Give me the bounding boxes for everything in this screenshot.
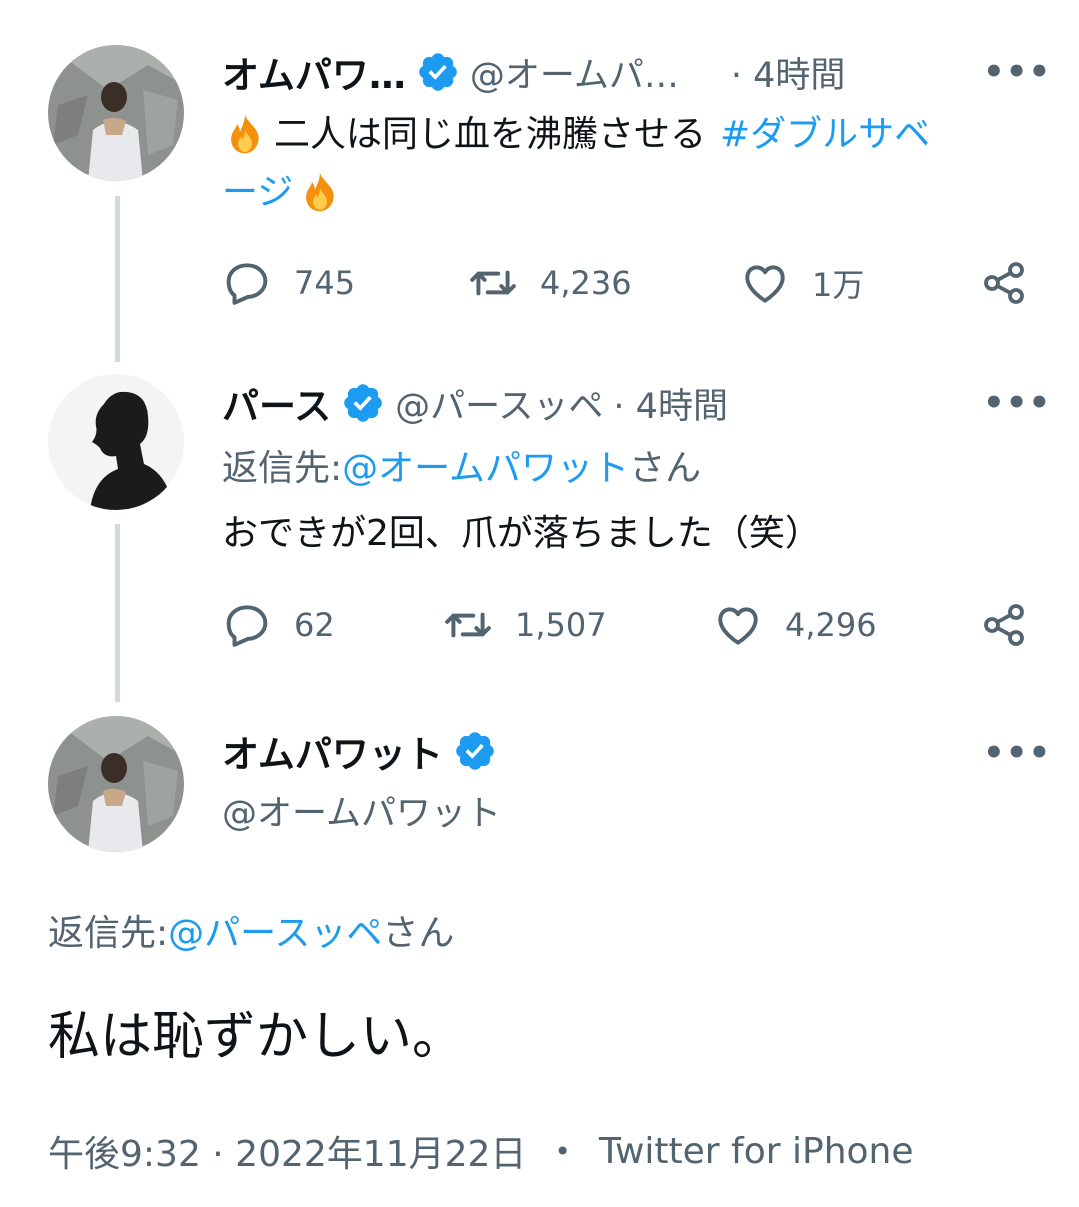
like-count: 1万 [812,266,865,304]
tweet-text: 二人は同じ血を沸騰させる [274,114,707,155]
user-handle[interactable]: @パースッペ [395,378,603,429]
verified-badge-icon [341,381,385,425]
like-icon [713,600,763,650]
like-button[interactable]: 1万 [740,258,864,308]
tweet-2-header: パース @パースッペ · 4時間 [222,377,728,429]
tweet-1-header: オムパワ… @オームパ… · 4時間 [222,46,845,98]
separator: • [554,1134,571,1168]
avatar-omphawat[interactable] [48,716,184,852]
main-tweet-header: オムパワット [222,725,507,777]
retweet-icon [468,258,518,308]
reply-context: 返信先: @パースッペ さん [48,905,454,963]
more-options-button[interactable]: ••• [983,383,1051,423]
reply-suffix: さん [382,913,455,954]
reply-icon [222,258,272,308]
main-tweet-text: 私は恥ずかしい。 [48,1007,465,1067]
reply-button[interactable]: 62 [222,600,335,650]
share-button[interactable] [980,259,1050,307]
tweet-meta: 午後9:32 · 2022年11月22日 • Twitter for iPhon… [48,1125,914,1177]
thread-line [115,196,120,362]
more-options-button[interactable]: ••• [983,733,1051,773]
user-handle[interactable]: @オームパワット [222,785,501,836]
verified-badge-icon [416,50,460,94]
like-icon [740,258,790,308]
reply-prefix: 返信先: [48,913,169,954]
retweet-count: 4,236 [540,264,632,302]
reply-prefix: 返信先: [222,448,343,489]
reply-suffix: さん [629,448,702,489]
reply-context: 返信先: @オームパワット さん [222,440,701,498]
verified-badge-icon [453,729,497,773]
tweet-1-text: 二人は同じ血を沸騰させる #ダブルサベ ージ [222,106,1042,222]
reply-button[interactable]: 745 [222,258,355,308]
avatar-omphawat[interactable] [48,45,184,181]
fire-emoji [297,170,343,216]
like-button[interactable]: 4,296 [713,600,877,650]
display-name[interactable]: オムパワ… [222,45,406,99]
reply-icon [222,600,272,650]
display-name[interactable]: オムパワット [222,724,443,778]
source-link[interactable]: Twitter for iPhone [599,1131,914,1172]
mention-link[interactable]: @オームパワット [342,440,629,498]
fire-emoji [222,112,268,158]
mention-link[interactable]: @パースッペ [168,905,382,963]
hashtag-link-cont[interactable]: ージ [222,164,293,222]
reply-count: 745 [294,264,356,302]
tweet-time[interactable]: · 4時間 [731,47,846,98]
retweet-button[interactable]: 1,507 [443,600,607,650]
share-icon [980,259,1028,307]
share-button[interactable] [980,601,1050,649]
user-handle[interactable]: @オームパ… [470,47,679,98]
retweet-count: 1,507 [515,606,607,644]
thread-line [115,524,120,702]
tweet-2-text: おできが2回、爪が落ちました（笑） [222,513,821,554]
retweet-icon [443,600,493,650]
hashtag-link[interactable]: #ダブルサベ [720,106,930,164]
like-count: 4,296 [785,606,877,644]
reply-count: 62 [294,606,335,644]
timestamp[interactable]: 午後9:32 · 2022年11月22日 [48,1125,526,1177]
display-name[interactable]: パース [222,376,331,430]
retweet-button[interactable]: 4,236 [468,258,632,308]
avatar-perth[interactable] [48,374,184,510]
more-options-button[interactable]: ••• [983,52,1051,92]
tweet-time[interactable]: · 4時間 [613,378,728,429]
share-icon [980,601,1028,649]
